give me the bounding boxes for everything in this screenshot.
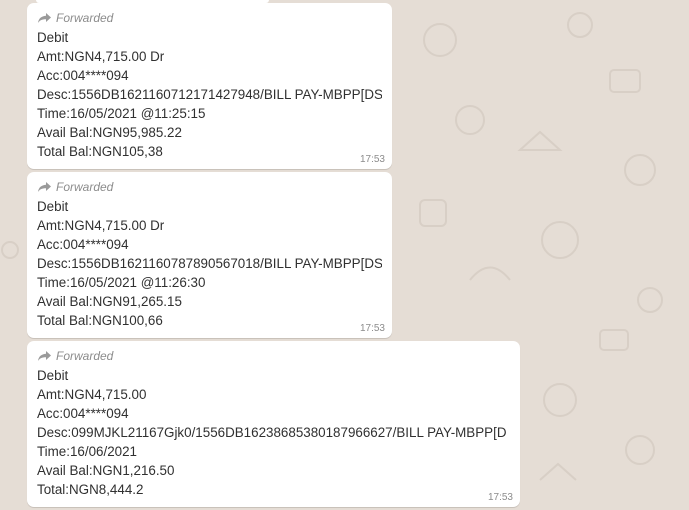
- forwarded-indicator: Forwarded: [37, 9, 382, 26]
- message-line: Acc:004****094: [37, 237, 129, 252]
- forward-arrow-icon: [38, 350, 51, 361]
- forwarded-label: Forwarded: [56, 179, 114, 194]
- message-timestamp: 17:53: [359, 323, 385, 334]
- message-line: Avail Bal:NGN91,265.15: [37, 294, 182, 309]
- message-line: Amt:NGN4,715.00 Dr: [37, 49, 165, 64]
- message-bubble[interactable]: Forwarded Debit Amt:NGN4,715.00 Dr Acc:0…: [27, 172, 392, 338]
- message-line: Debit: [37, 199, 69, 214]
- message-timestamp: 17:53: [487, 492, 513, 503]
- message-line: Avail Bal:NGN95,985.22: [37, 125, 182, 140]
- message-line: Desc:1556DB16211607878905670​18/BILL PAY…: [37, 256, 382, 271]
- message-line: Debit: [37, 368, 69, 383]
- message-line: Time:16/06/2021: [37, 444, 137, 459]
- message-line: Desc:1556DB16211607121714279​48/BILL PAY…: [37, 87, 382, 102]
- message-line: Desc:099MJKL21167Gjk0/1556DB162386853801…: [37, 425, 507, 440]
- message-line: Amt:NGN4,715.00: [37, 387, 147, 402]
- message-bubble[interactable]: Forwarded Debit Amt:NGN4,715.00 Dr Acc:0…: [27, 3, 392, 169]
- message-line: Time:16/05/2021 @11:25:15: [37, 106, 206, 121]
- forward-arrow-icon: [38, 12, 51, 23]
- forwarded-label: Forwarded: [56, 348, 114, 363]
- message-line: Amt:NGN4,715.00 Dr: [37, 218, 165, 233]
- forwarded-indicator: Forwarded: [37, 347, 510, 364]
- forwarded-label: Forwarded: [56, 10, 114, 25]
- forwarded-indicator: Forwarded: [37, 178, 382, 195]
- message-line: Acc:004****094: [37, 406, 129, 421]
- message-line: Total:NGN8,444.2: [37, 482, 144, 497]
- message-timestamp: 17:53: [359, 154, 385, 165]
- message-line: Debit: [37, 30, 69, 45]
- message-line: Total Bal:NGN100,66: [37, 313, 163, 328]
- forward-arrow-icon: [38, 181, 51, 192]
- message-line: Total Bal:NGN105,38: [37, 144, 163, 159]
- message-bubble[interactable]: Forwarded Debit Amt:NGN4,715.00 Acc:004*…: [27, 341, 520, 507]
- message-line: Acc:004****094: [37, 68, 129, 83]
- message-line: Avail Bal:NGN1,216.50: [37, 463, 175, 478]
- message-line: Time:16/05/2021 @11:26:30: [37, 275, 206, 290]
